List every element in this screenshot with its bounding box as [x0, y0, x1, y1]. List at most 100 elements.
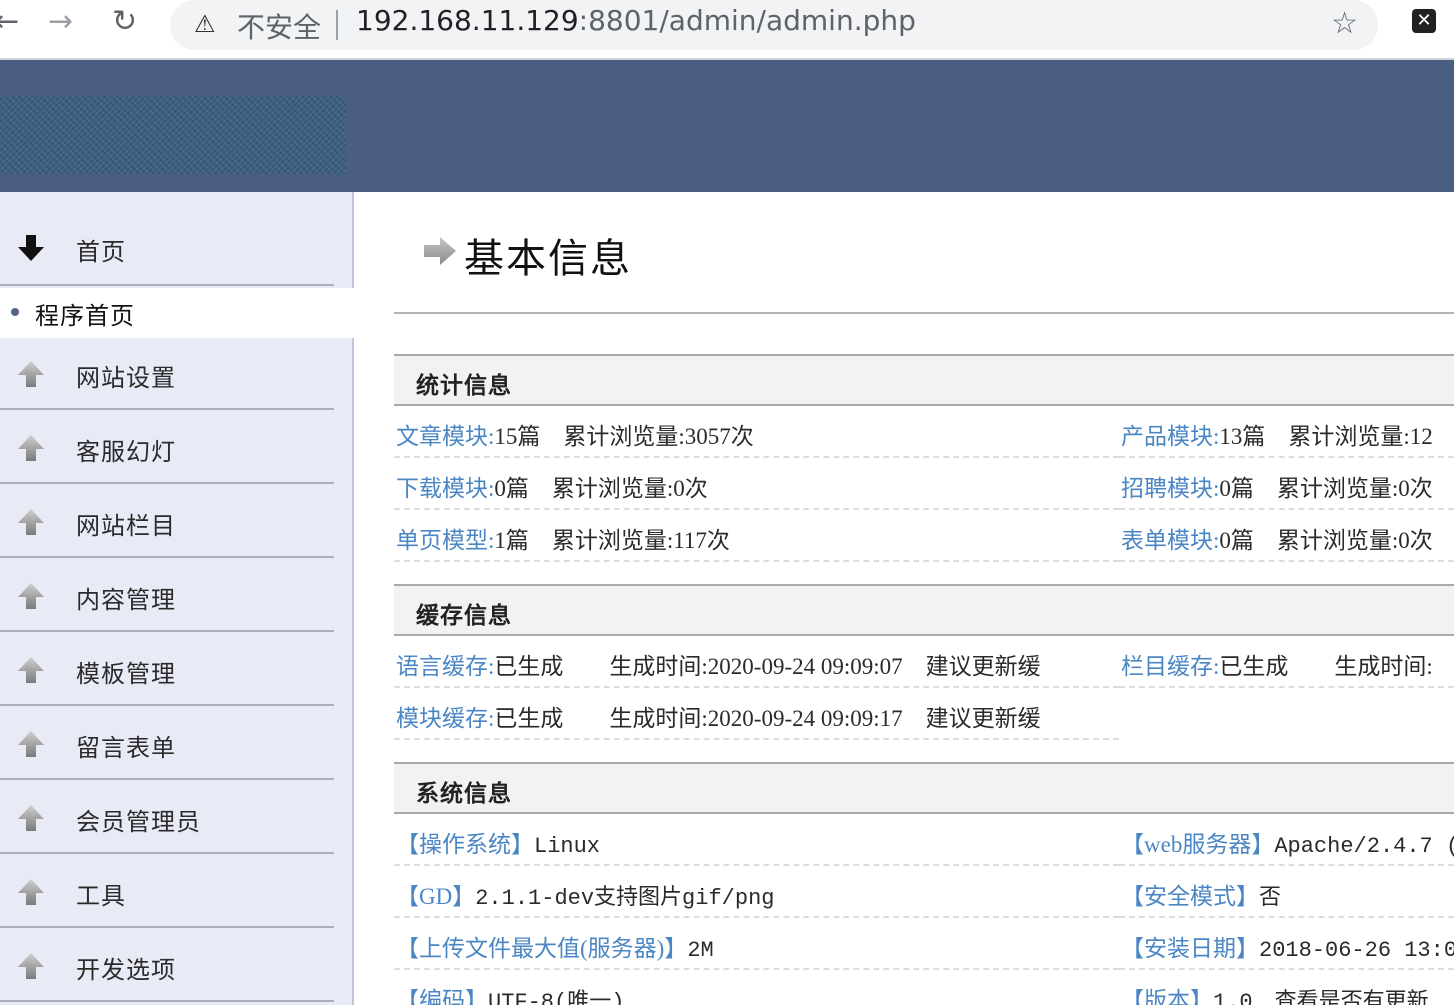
system-section-header: 系统信息: [394, 762, 1454, 814]
sidebar-item-label: 开发选项: [76, 958, 176, 984]
sidebar-item[interactable]: 工具: [0, 856, 334, 928]
system-value: 否: [1259, 886, 1282, 911]
divider: [336, 10, 338, 40]
sidebar-item-label: 客服幻灯: [76, 440, 176, 466]
back-icon[interactable]: ←: [0, 6, 19, 38]
address-bar[interactable]: ⚠ 不安全 192.168.11.129:8801/admin/admin.ph…: [170, 0, 1378, 50]
system-label: 【上传文件最大值(服务器)】: [396, 936, 688, 961]
sidebar-item[interactable]: 内容管理: [0, 560, 334, 632]
arrow-up-icon: [18, 805, 44, 831]
arrow-right-icon: [424, 237, 456, 265]
title-divider: [394, 312, 1454, 314]
system-value[interactable]: 1.0 查看是否有更新: [1213, 990, 1429, 1005]
section-title: 缓存信息: [416, 603, 512, 628]
stat-row: 下载模块:0篇 累计浏览量:0次: [394, 458, 1119, 510]
url-host: 192.168.11.129: [356, 4, 579, 37]
cache-link[interactable]: 栏目缓存:: [1121, 654, 1219, 679]
stat-value: 15篇 累计浏览量:3057次: [494, 424, 754, 449]
forward-icon[interactable]: →: [48, 6, 73, 38]
url-path: :8801/admin/admin.php: [578, 4, 916, 37]
system-label: 【web服务器】: [1121, 832, 1275, 857]
section-title: 系统信息: [416, 781, 512, 806]
stat-link[interactable]: 文章模块:: [396, 424, 494, 449]
system-value: 2M: [687, 938, 714, 963]
site-header: [0, 60, 1454, 192]
sidebar-item[interactable]: 开发选项: [0, 930, 334, 1002]
sidebar-item[interactable]: 会员管理员: [0, 782, 334, 854]
stats-section-header: 统计信息: [394, 354, 1454, 406]
stat-link[interactable]: 表单模块:: [1121, 528, 1219, 553]
sidebar-item[interactable]: 客服幻灯: [0, 412, 334, 484]
cache-value: 已生成 生成时间:2020-09-24 09:09:07 建议更新缓: [494, 654, 1041, 679]
sidebar-item-label: 工具: [76, 884, 126, 910]
cache-link[interactable]: 模块缓存:: [396, 706, 494, 731]
logo[interactable]: [0, 96, 346, 174]
system-value: UTF-8(唯一): [488, 990, 625, 1005]
cache-value: 已生成 生成时间:: [1219, 654, 1433, 679]
arrow-up-icon: [18, 657, 44, 683]
stat-row: 产品模块:13篇 累计浏览量:12: [1119, 406, 1454, 458]
system-label: 【操作系统】: [396, 832, 534, 857]
stat-value: 0篇 累计浏览量:0次: [1219, 476, 1433, 501]
arrow-up-icon: [18, 361, 44, 387]
stat-link[interactable]: 单页模型:: [396, 528, 494, 553]
system-value: Apache/2.4.7 (U: [1274, 834, 1454, 859]
browser-toolbar: ← → ↻ ⚠ 不安全 192.168.11.129:8801/admin/ad…: [0, 0, 1454, 60]
system-label: 【安装日期】: [1121, 936, 1259, 961]
stat-link[interactable]: 下载模块:: [396, 476, 494, 501]
stat-row: 文章模块:15篇 累计浏览量:3057次: [394, 406, 1119, 458]
warning-icon[interactable]: ⚠: [194, 10, 216, 38]
sidebar-item-label: 网站栏目: [76, 514, 176, 540]
bookmark-star-icon[interactable]: ☆: [1331, 6, 1358, 41]
url-text[interactable]: 192.168.11.129:8801/admin/admin.php: [356, 4, 916, 37]
system-row: 【版本】1.0 查看是否有更新: [1119, 970, 1454, 1005]
extension-icon[interactable]: ✕: [1412, 9, 1436, 33]
cache-section-header: 缓存信息: [394, 584, 1454, 636]
bullet-icon: [11, 308, 19, 316]
system-value: 2018-06-26 13:06: [1259, 938, 1454, 963]
sidebar-item[interactable]: 模板管理: [0, 634, 334, 706]
system-value: Linux: [534, 834, 601, 859]
system-row: 【安全模式】否: [1119, 866, 1454, 918]
system-row: 【上传文件最大值(服务器)】2M: [394, 918, 1119, 970]
sidebar-item[interactable]: 留言表单: [0, 708, 334, 780]
page-title: 基本信息: [464, 236, 632, 281]
cache-row: 模块缓存:已生成 生成时间:2020-09-24 09:09:17 建议更新缓: [394, 688, 1119, 740]
system-row: 【安装日期】2018-06-26 13:06: [1119, 918, 1454, 970]
stat-row: 表单模块:0篇 累计浏览量:0次: [1119, 510, 1454, 562]
sidebar-subitem-program-home[interactable]: 程序首页: [0, 288, 354, 338]
stat-link[interactable]: 产品模块:: [1121, 424, 1219, 449]
system-label: 【GD】: [396, 884, 476, 909]
system-row: 【操作系统】Linux: [394, 814, 1119, 866]
system-label: 【编码】: [396, 988, 488, 1005]
stat-value: 0篇 累计浏览量:0次: [1219, 528, 1433, 553]
section-title: 统计信息: [416, 373, 512, 398]
cache-row: 栏目缓存:已生成 生成时间:: [1119, 636, 1454, 688]
sidebar-item[interactable]: 网站栏目: [0, 486, 334, 558]
insecure-label[interactable]: 不安全: [237, 6, 321, 46]
cache-link[interactable]: 语言缓存:: [396, 654, 494, 679]
system-row: 【编码】UTF-8(唯一): [394, 970, 1119, 1005]
arrow-down-icon: [18, 235, 44, 261]
arrow-up-icon: [18, 435, 44, 461]
system-label: 【版本】: [1121, 988, 1213, 1005]
sidebar-item-label: 首页: [76, 240, 126, 266]
arrow-up-icon: [18, 509, 44, 535]
stat-row: 招聘模块:0篇 累计浏览量:0次: [1119, 458, 1454, 510]
reload-icon[interactable]: ↻: [112, 6, 137, 38]
arrow-up-icon: [18, 583, 44, 609]
system-label: 【安全模式】: [1121, 884, 1259, 909]
sidebar-subitem-label: 程序首页: [35, 304, 135, 330]
sidebar-item-home[interactable]: 首页: [0, 212, 334, 286]
stat-value: 0篇 累计浏览量:0次: [494, 476, 708, 501]
arrow-up-icon: [18, 953, 44, 979]
sidebar-item-label: 留言表单: [76, 736, 176, 762]
system-row: 【GD】2.1.1-dev支持图片gif/png: [394, 866, 1119, 918]
stat-value: 13篇 累计浏览量:12: [1219, 424, 1433, 449]
main-content: 基本信息 统计信息 文章模块:15篇 累计浏览量:3057次 产品模块:13篇 …: [394, 192, 1454, 1005]
sidebar-item[interactable]: 网站设置: [0, 338, 334, 410]
system-row: 【web服务器】Apache/2.4.7 (U: [1119, 814, 1454, 866]
stat-row: 单页模型:1篇 累计浏览量:117次: [394, 510, 1119, 562]
sidebar-item-label: 模板管理: [76, 662, 176, 688]
stat-link[interactable]: 招聘模块:: [1121, 476, 1219, 501]
